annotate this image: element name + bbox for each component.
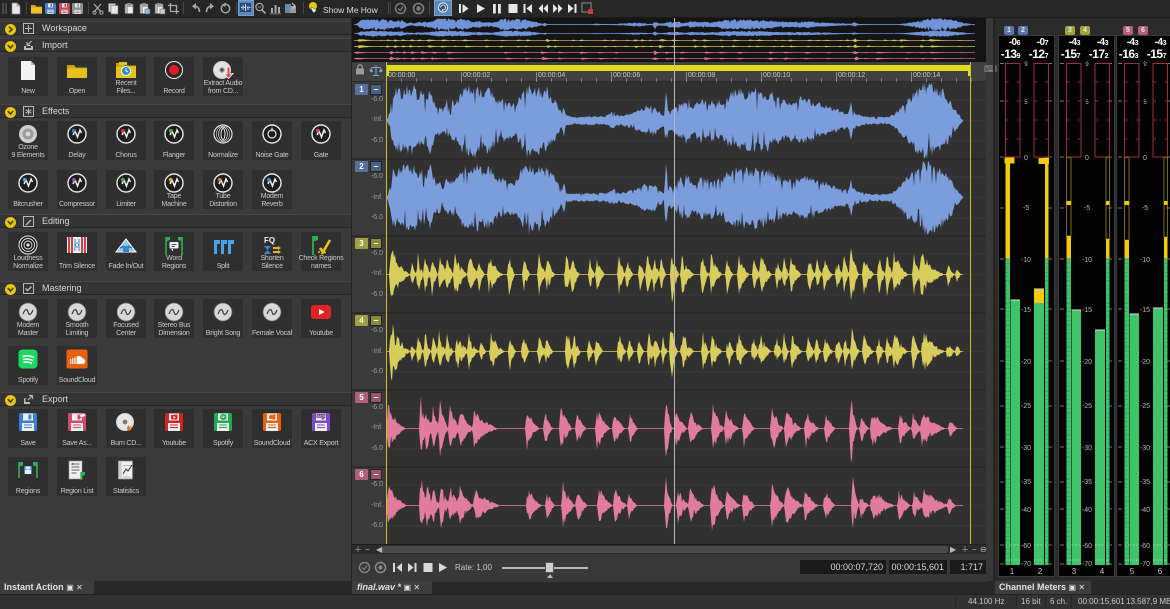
svg-text:9: 9 xyxy=(1085,62,1089,68)
svg-text:-60: -60 xyxy=(1082,543,1092,550)
svg-text:5: 5 xyxy=(1024,100,1028,106)
svg-text:3: 3 xyxy=(1072,567,1077,576)
svg-text:-20: -20 xyxy=(1140,359,1150,366)
svg-text:-5: -5 xyxy=(1023,205,1029,212)
svg-text:-10: -10 xyxy=(1140,257,1150,264)
svg-text:9: 9 xyxy=(1143,62,1147,68)
svg-text:-20: -20 xyxy=(1021,359,1031,366)
svg-text:-15: -15 xyxy=(1021,307,1031,314)
svg-text:-10: -10 xyxy=(1082,257,1092,264)
svg-text:5: 5 xyxy=(1130,567,1135,576)
svg-text:-25: -25 xyxy=(1021,403,1031,410)
svg-text:5: 5 xyxy=(1085,100,1089,106)
svg-text:-60: -60 xyxy=(1021,543,1031,550)
svg-text:6: 6 xyxy=(1158,567,1163,576)
svg-text:-30: -30 xyxy=(1082,445,1092,452)
svg-text:-35: -35 xyxy=(1140,479,1150,486)
svg-text:-10: -10 xyxy=(1021,257,1031,264)
svg-text:-40: -40 xyxy=(1140,507,1150,514)
svg-text:0: 0 xyxy=(1143,155,1147,162)
svg-text:-70: -70 xyxy=(1082,561,1092,568)
svg-text:-5: -5 xyxy=(1084,205,1090,212)
svg-text:2: 2 xyxy=(1038,567,1043,576)
svg-text:-60: -60 xyxy=(1140,543,1150,550)
svg-text:9: 9 xyxy=(1024,62,1028,68)
svg-text:-35: -35 xyxy=(1021,479,1031,486)
svg-text:-30: -30 xyxy=(1140,445,1150,452)
svg-text:0: 0 xyxy=(1024,155,1028,162)
svg-text:-70: -70 xyxy=(1021,561,1031,568)
svg-text:4: 4 xyxy=(1100,567,1105,576)
svg-text:-15: -15 xyxy=(1082,307,1092,314)
svg-text:-25: -25 xyxy=(1140,403,1150,410)
svg-text:-30: -30 xyxy=(1021,445,1031,452)
svg-text:0: 0 xyxy=(1085,155,1089,162)
svg-text:-20: -20 xyxy=(1082,359,1092,366)
svg-text:-40: -40 xyxy=(1021,507,1031,514)
svg-text:-35: -35 xyxy=(1082,479,1092,486)
svg-text:-5: -5 xyxy=(1142,205,1148,212)
svg-text:-40: -40 xyxy=(1082,507,1092,514)
svg-text:-25: -25 xyxy=(1082,403,1092,410)
svg-text:-70: -70 xyxy=(1140,561,1150,568)
svg-text:1: 1 xyxy=(1010,567,1015,576)
svg-text:-15: -15 xyxy=(1140,307,1150,314)
svg-text:5: 5 xyxy=(1143,100,1147,106)
